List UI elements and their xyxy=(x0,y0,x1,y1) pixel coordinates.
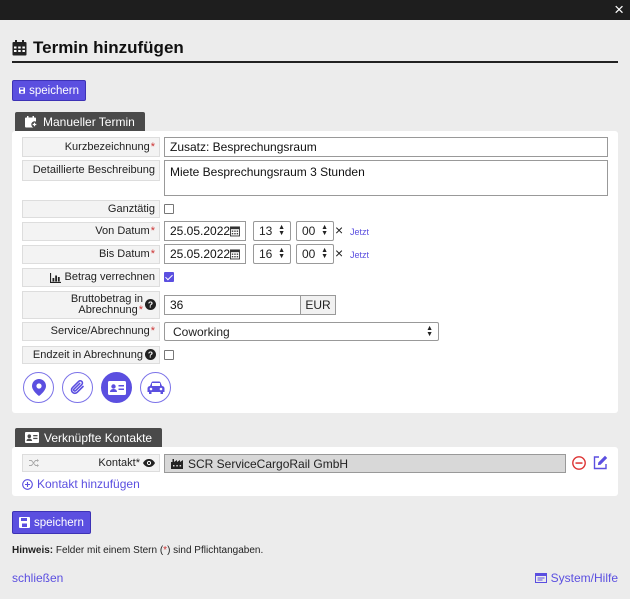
calendar-picker-icon[interactable] xyxy=(230,225,240,237)
kontakt-label: Kontakt* xyxy=(22,454,160,472)
bis-datum-label: Bis Datum * xyxy=(22,245,160,264)
title-divider xyxy=(12,61,618,63)
kontakt-value-field[interactable]: SCR ServiceCargoRail GmbH xyxy=(164,454,566,473)
system-hilfe-link[interactable]: System/Hilfe xyxy=(534,571,618,585)
shuffle-icon[interactable] xyxy=(29,459,39,467)
clear-von-icon[interactable]: × xyxy=(335,223,343,237)
window-icon xyxy=(534,573,547,583)
help-icon[interactable]: ? xyxy=(145,299,156,310)
required-hint: Hinweis: Felder mit einem Stern (*) sind… xyxy=(12,545,264,556)
schliessen-link[interactable]: schließen xyxy=(12,571,63,585)
dialog-title-text: Termin hinzufügen xyxy=(33,38,184,57)
car-icon xyxy=(147,381,164,394)
bis-stunde-select[interactable]: 16 ▲ ▼ xyxy=(253,244,291,264)
von-datum-input[interactable]: 25.05.2022 xyxy=(164,221,246,241)
calendar-plus-icon xyxy=(25,115,38,128)
bis-jetzt-link[interactable]: Jetzt xyxy=(350,250,369,260)
help-icon[interactable]: ? xyxy=(145,349,156,360)
service-select[interactable]: Coworking ▲ ▼ xyxy=(164,322,439,341)
tab-verknuepfte-kontakte[interactable]: Verknüpfte Kontakte xyxy=(15,428,163,447)
save-button-top[interactable]: speichern xyxy=(12,80,86,101)
attachment-icon xyxy=(70,380,84,395)
dialog-title: Termin hinzufügen xyxy=(12,38,184,58)
betrag-verrechnen-label: Betrag verrechnen xyxy=(22,268,160,287)
von-jetzt-link[interactable]: Jetzt xyxy=(350,227,369,237)
beschreibung-textarea[interactable]: Miete Besprechungsraum 3 Stunden xyxy=(164,160,608,196)
bis-datum-input[interactable]: 25.05.2022 xyxy=(164,244,246,264)
beschreibung-label: Detaillierte Beschreibung xyxy=(22,160,160,181)
von-stunde-select[interactable]: 13 ▲ ▼ xyxy=(253,221,291,241)
save-button-bottom[interactable]: speichern xyxy=(12,511,91,534)
close-icon[interactable]: × xyxy=(614,1,624,18)
service-label: Service/Abrechnung * xyxy=(22,322,160,341)
svg-text:?: ? xyxy=(148,300,153,310)
kurzbezeichnung-input[interactable]: Zusatz: Besprechungsraum xyxy=(164,137,608,157)
car-button[interactable] xyxy=(140,372,171,403)
kontakt-hinzufuegen-link[interactable]: Kontakt hinzufügen xyxy=(22,477,140,491)
attachment-button[interactable] xyxy=(62,372,93,403)
remove-contact-icon[interactable] xyxy=(572,456,586,470)
endzeit-checkbox[interactable] xyxy=(164,350,174,360)
betrag-verrechnen-checkbox[interactable] xyxy=(164,272,174,282)
chart-icon xyxy=(49,272,61,283)
location-button[interactable] xyxy=(23,372,54,403)
industry-icon xyxy=(171,458,183,469)
save-label: speichern xyxy=(29,84,79,97)
currency-addon: EUR xyxy=(301,295,336,315)
tab-label: Manueller Termin xyxy=(43,114,135,129)
kurzbezeichnung-label: Kurzbezeichnung * xyxy=(22,137,160,157)
calendar-icon xyxy=(12,40,27,56)
tab-label: Verknüpfte Kontakte xyxy=(44,430,153,445)
contact-card-icon xyxy=(25,432,39,443)
ganztaegig-label: Ganztätig xyxy=(22,200,160,218)
endzeit-label: Endzeit in Abrechnung xyxy=(22,346,160,364)
contact-card-button[interactable] xyxy=(101,372,132,403)
bruttobetrag-label: Bruttobetrag in Abrechnung* xyxy=(22,291,160,319)
von-minute-select[interactable]: 00 ▲ ▼ xyxy=(296,221,334,241)
floppy-icon xyxy=(19,517,30,528)
save-label: speichern xyxy=(34,516,84,529)
bis-minute-select[interactable]: 00 ▲ ▼ xyxy=(296,244,334,264)
dialog-titlebar: × xyxy=(0,0,630,20)
plus-circle-icon xyxy=(22,478,33,490)
clear-bis-icon[interactable]: × xyxy=(335,246,343,260)
von-datum-label: Von Datum * xyxy=(22,222,160,241)
calendar-picker-icon[interactable] xyxy=(230,248,240,260)
location-icon xyxy=(31,379,46,396)
contact-card-icon xyxy=(107,380,126,395)
svg-text:?: ? xyxy=(148,350,153,360)
floppy-icon xyxy=(19,87,26,94)
bruttobetrag-input[interactable]: 36 xyxy=(164,295,301,315)
tab-manueller-termin[interactable]: Manueller Termin xyxy=(15,112,145,131)
ganztaegig-checkbox[interactable] xyxy=(164,204,174,214)
edit-contact-icon[interactable] xyxy=(593,455,608,470)
eye-icon[interactable] xyxy=(143,459,155,467)
